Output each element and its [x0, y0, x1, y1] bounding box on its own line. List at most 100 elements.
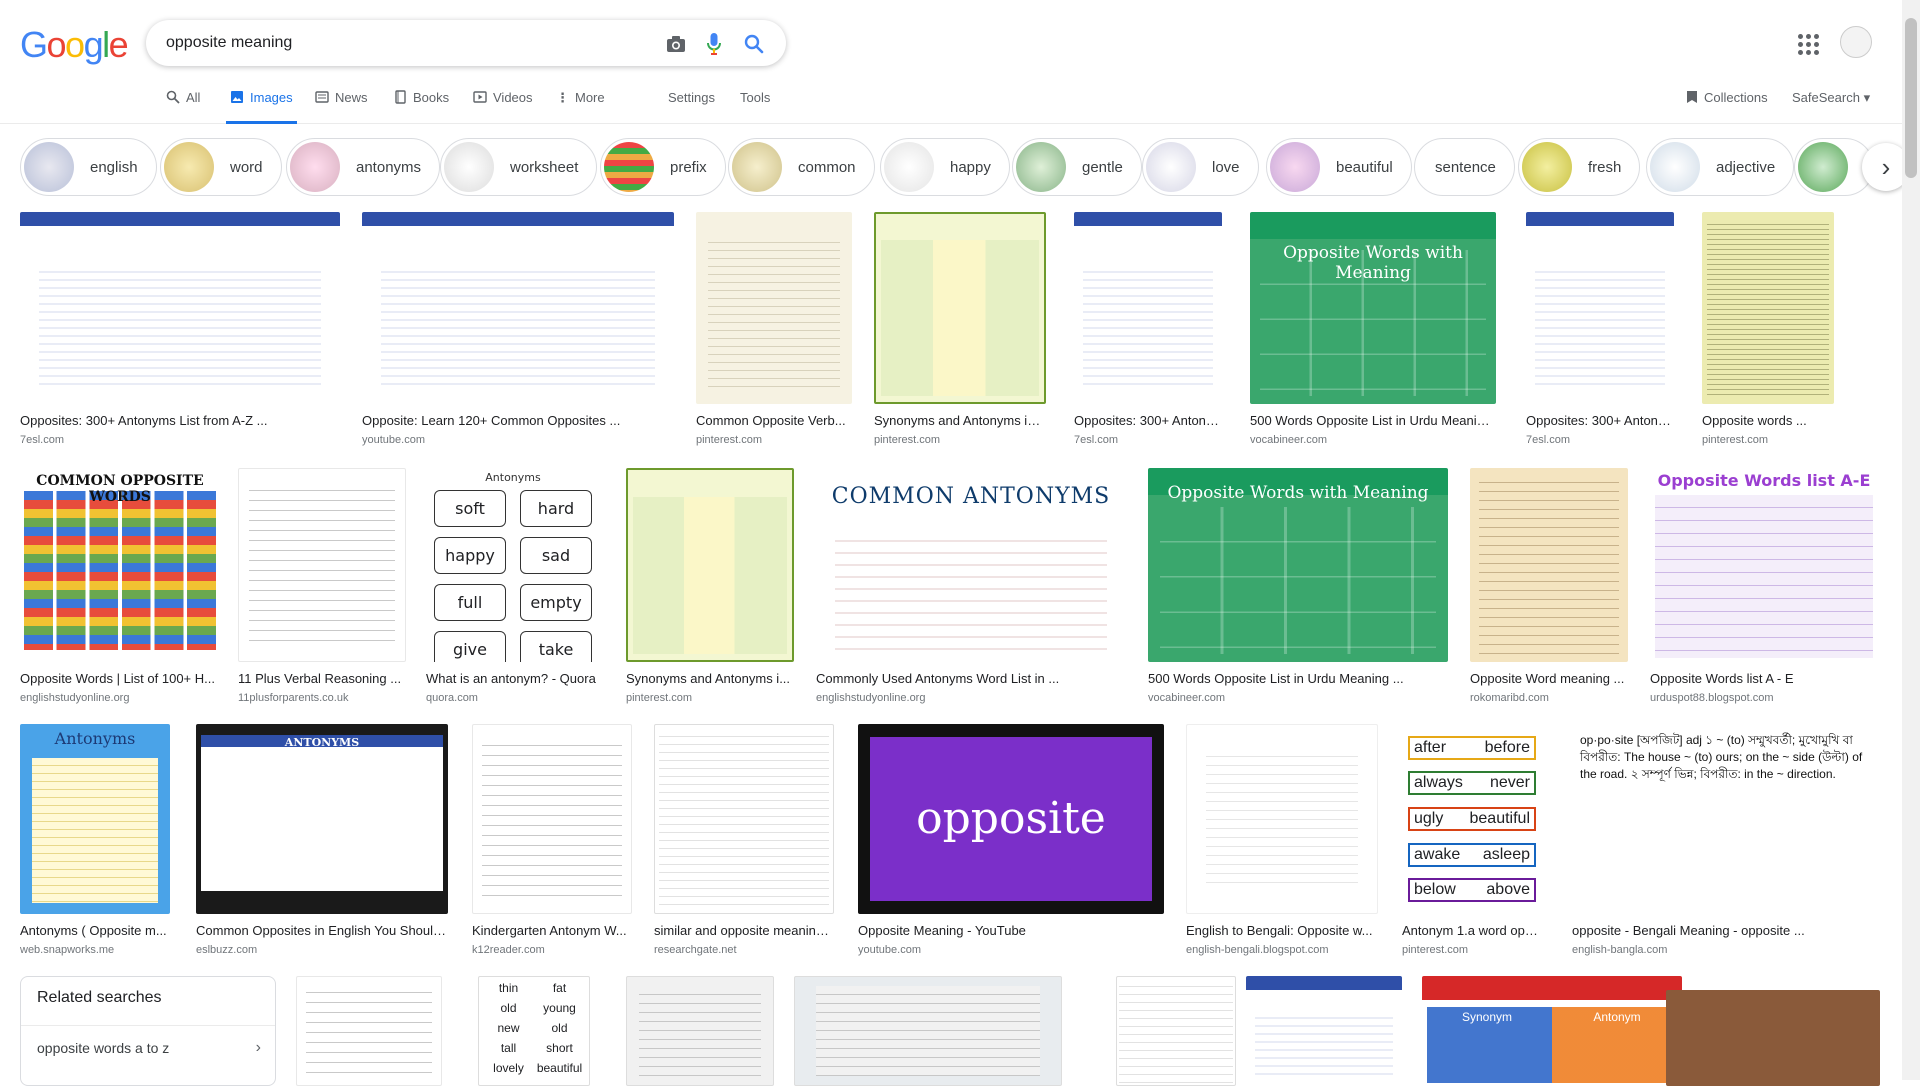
chip-fresh[interactable]: fresh — [1518, 138, 1641, 196]
result-title[interactable]: Opposites: 300+ Antony... — [1526, 413, 1674, 428]
result-card[interactable]: Synonyms and Antonyms in ... pinterest.c… — [874, 212, 1046, 446]
result-card[interactable]: Opposite Words with Meaning 500 Words Op… — [1250, 212, 1496, 446]
result-title[interactable]: 11 Plus Verbal Reasoning ... — [238, 671, 406, 686]
result-card[interactable]: ANTONYMS Opposite: Learn 120+ Common Opp… — [362, 212, 674, 446]
result-title[interactable]: Antonyms ( Opposite m... — [20, 923, 170, 938]
result-title[interactable]: similar and opposite meaning ... — [654, 923, 834, 938]
result-card[interactable] — [794, 976, 1062, 1086]
result-image — [1470, 468, 1628, 662]
chip-worksheet[interactable]: worksheet — [440, 138, 598, 196]
result-title[interactable]: opposite - Bengali Meaning - opposite ..… — [1572, 923, 1878, 938]
result-image: Antonyms — [20, 724, 170, 914]
result-card[interactable]: Common Opposite Verb... pinterest.com — [696, 212, 852, 446]
result-title[interactable]: Opposite Word meaning ... — [1470, 671, 1628, 686]
chip-happy[interactable]: happy — [880, 138, 1010, 196]
result-card[interactable]: ANTONYMS Opposites: 300+ Antonyms List f… — [20, 212, 340, 446]
result-card[interactable]: ANTONYMS — [1246, 976, 1402, 1086]
result-source: rokomaribd.com — [1470, 692, 1549, 704]
chip-adjective[interactable]: adjective — [1646, 138, 1795, 196]
result-image — [654, 724, 834, 914]
result-card[interactable]: 11 Plus Verbal Reasoning ... 11plusforpa… — [238, 468, 406, 704]
result-title[interactable]: What is an antonym? - Quora — [426, 671, 600, 686]
result-card[interactable]: ANTONYMS Opposites: 300+ Antony... 7esl.… — [1526, 212, 1674, 446]
result-card[interactable]: Opposite Words with Meaning 500 Words Op… — [1148, 468, 1448, 704]
result-card[interactable]: similar and opposite meaning ... researc… — [654, 724, 834, 956]
microphone-icon[interactable] — [702, 32, 726, 56]
result-title[interactable]: Antonym 1.a word oppo... — [1402, 923, 1542, 938]
result-card[interactable]: Antonyms Antonyms ( Opposite m... web.sn… — [20, 724, 170, 956]
result-card[interactable]: Kindergarten Antonym W... k12reader.com — [472, 724, 632, 956]
result-card[interactable]: Opposite Words list A-E Opposite Words l… — [1650, 468, 1878, 704]
chip-sentence[interactable]: sentence — [1414, 138, 1515, 196]
collections-link[interactable]: Collections — [1686, 90, 1768, 105]
result-card[interactable] — [1666, 990, 1880, 1086]
result-card[interactable]: Synonyms and Antonyms i... pinterest.com — [626, 468, 794, 704]
result-card[interactable]: after before always never ugly beautiful aw… — [1402, 724, 1542, 956]
tab-more[interactable]: ⋮ More — [556, 90, 605, 124]
safesearch-dropdown[interactable]: SafeSearch ▾ — [1792, 90, 1870, 106]
chip-english[interactable]: english — [20, 138, 157, 196]
result-card[interactable]: Synonyms and Antonyms Synonym Antonym — [1422, 976, 1682, 1086]
result-title[interactable]: Opposites: 300+ Antonyms List from A-Z .… — [20, 413, 340, 428]
tab-videos[interactable]: Videos — [473, 90, 533, 124]
result-title[interactable]: Kindergarten Antonym W... — [472, 923, 632, 938]
chip-gentle[interactable]: gentle — [1012, 138, 1142, 196]
page-scrollbar[interactable] — [1902, 0, 1920, 1080]
more-vert-icon: ⋮ — [556, 90, 569, 105]
related-search-item[interactable]: opposite words a to z › — [21, 1025, 275, 1069]
chip-prefix[interactable]: prefix — [600, 138, 726, 196]
result-card[interactable] — [296, 976, 442, 1086]
chip-thumbnail — [884, 142, 934, 192]
result-title[interactable]: Synonyms and Antonyms in ... — [874, 413, 1046, 428]
result-card[interactable]: COMMON ANTONYMS Commonly Used Antonyms W… — [816, 468, 1126, 704]
result-title[interactable]: Opposite Words | List of 100+ H... — [20, 671, 220, 686]
result-card[interactable]: op·po·site [অপজিট] adj ১ ~ (to) সম্মুখবর… — [1572, 724, 1878, 956]
result-card[interactable]: Antonyms soft hard happy sad full empty … — [426, 468, 600, 704]
result-title[interactable]: Common Opposite Verb... — [696, 413, 852, 428]
result-source: 7esl.com — [1074, 434, 1119, 446]
chip-antonyms[interactable]: antonyms — [286, 138, 441, 196]
tab-news[interactable]: News — [315, 90, 368, 124]
result-image: after before always never ugly beautiful aw… — [1402, 724, 1542, 914]
tab-images[interactable]: Images — [226, 90, 297, 124]
result-title[interactable]: Commonly Used Antonyms Word List in ... — [816, 671, 1126, 686]
result-image — [1186, 724, 1378, 914]
result-card[interactable]: English to Bengali: Opposite w... englis… — [1186, 724, 1378, 956]
search-input[interactable] — [166, 34, 636, 52]
result-card[interactable] — [1116, 976, 1236, 1086]
result-card[interactable]: thin fat old young new old tall short lovely… — [478, 976, 590, 1086]
result-card[interactable]: Opposite Word meaning ... rokomaribd.com — [1470, 468, 1628, 704]
result-card[interactable]: ANTONYMS Common Opposites in English You… — [196, 724, 448, 956]
result-title[interactable]: Common Opposites in English You Should .… — [196, 923, 448, 938]
chip-word[interactable]: word — [160, 138, 282, 196]
result-title[interactable]: English to Bengali: Opposite w... — [1186, 923, 1378, 938]
camera-icon[interactable] — [664, 32, 688, 56]
apps-grid-icon[interactable] — [1796, 32, 1820, 56]
search-icon[interactable] — [742, 32, 766, 56]
result-title[interactable]: 500 Words Opposite List in Urdu Meaning … — [1148, 671, 1448, 686]
result-card[interactable]: ANTONYMS Opposites: 300+ Antony... 7esl.… — [1074, 212, 1222, 446]
result-card[interactable]: Opposite words ... pinterest.com — [1702, 212, 1834, 446]
tab-all[interactable]: All — [166, 90, 200, 124]
result-card[interactable] — [626, 976, 774, 1086]
search-box[interactable] — [146, 20, 786, 66]
result-title[interactable]: Opposite: Learn 120+ Common Opposites ..… — [362, 413, 674, 428]
result-card[interactable]: opposite Opposite Meaning - YouTube yout… — [858, 724, 1164, 956]
result-card[interactable]: COMMON OPPOSITE WORDS Opposite Words | L… — [20, 468, 220, 704]
tab-tools[interactable]: Tools — [740, 90, 770, 124]
result-title[interactable]: 500 Words Opposite List in Urdu Meaning … — [1250, 413, 1496, 428]
google-logo[interactable]: Google — [20, 24, 129, 66]
avatar[interactable] — [1840, 26, 1872, 58]
result-title[interactable]: Opposite words ... — [1702, 413, 1834, 428]
result-title[interactable]: Opposite Meaning - YouTube — [858, 923, 1164, 938]
chip-common[interactable]: common — [728, 138, 875, 196]
tab-books[interactable]: Books — [393, 90, 449, 124]
chip-love[interactable]: love — [1142, 138, 1259, 196]
result-title[interactable]: Opposite Words list A - E — [1650, 671, 1878, 686]
result-image: Synonyms and Antonyms Synonym Antonym — [1422, 976, 1682, 1086]
result-title[interactable]: Synonyms and Antonyms i... — [626, 671, 794, 686]
scrollbar-thumb[interactable] — [1905, 18, 1917, 178]
result-title[interactable]: Opposites: 300+ Antony... — [1074, 413, 1222, 428]
chip-beautiful[interactable]: beautiful — [1266, 138, 1412, 196]
tab-settings[interactable]: Settings — [668, 90, 715, 124]
